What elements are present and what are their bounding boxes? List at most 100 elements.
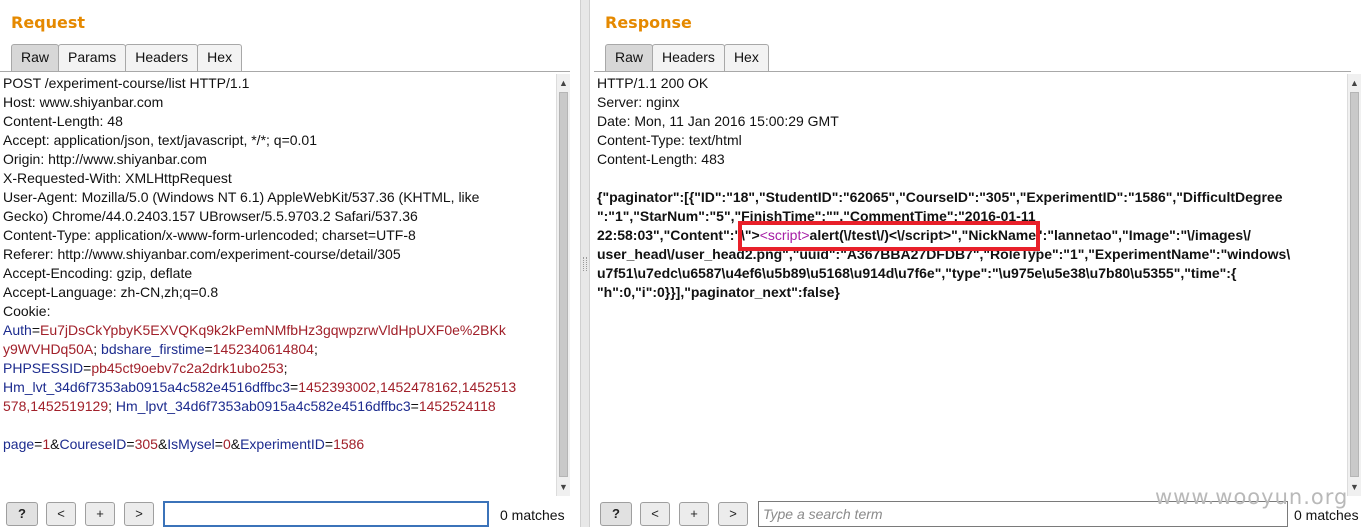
response-scrollbar-thumb[interactable] — [1350, 92, 1359, 477]
param-equals: = — [324, 436, 334, 452]
request-header-line: Content-Type: application/x-www-form-url… — [3, 227, 416, 243]
cookie-equals: = — [290, 379, 299, 395]
cookie-value: 1452340614804 — [212, 341, 314, 357]
cookie-name: Hm_lpvt_34d6f7353ab0915a4c582e4516dffbc3 — [115, 398, 411, 414]
cookie-separator: ; — [93, 341, 102, 357]
cookie-value: 578,1452519129 — [3, 398, 109, 414]
scroll-up-arrow-icon[interactable]: ▲ — [1348, 76, 1361, 90]
cookie-separator: ; — [313, 341, 318, 357]
request-tab-divider — [0, 71, 570, 72]
watermark: www.wooyun.org — [1155, 485, 1349, 509]
param-value: 305 — [134, 436, 158, 452]
cookie-equals: = — [204, 341, 213, 357]
request-raw-editor[interactable]: POST /experiment-course/list HTTP/1.1 Hos… — [3, 74, 553, 496]
request-tab-headers[interactable]: Headers — [125, 44, 199, 71]
response-header-line: HTTP/1.1 200 OK — [597, 75, 709, 91]
cookie-name: Hm_lvt_34d6f7353ab0915a4c582e4516dffbc3 — [3, 379, 290, 395]
json-text: {"paginator":[{"ID":"18","StudentID":"62… — [597, 189, 1283, 205]
response-header-line: Server: nginx — [597, 94, 680, 110]
response-next-match-button[interactable]: > — [718, 502, 748, 526]
request-add-button[interactable]: + — [85, 502, 115, 526]
cookie-value: Eu7jDsCkYpbyK5EXVQKq9k2kPemNMfbHz3gqwpzr… — [40, 322, 506, 338]
request-header-line: Origin: http://www.shiyanbar.com — [3, 151, 207, 167]
param-value: 1 — [42, 436, 51, 452]
scroll-down-arrow-icon[interactable]: ▼ — [1348, 480, 1361, 494]
request-next-match-button[interactable]: > — [124, 502, 154, 526]
param-equals: = — [126, 436, 135, 452]
json-text: user_head\/user_head2.png","uuid":"A367B… — [597, 246, 1291, 262]
splitter-grip-icon[interactable] — [583, 257, 587, 271]
response-tab-headers[interactable]: Headers — [652, 44, 725, 71]
param-value: 1586 — [333, 436, 365, 452]
request-header-line: Gecko) Chrome/44.0.2403.157 UBrowser/5.5… — [3, 208, 418, 224]
json-text: 22:58:03","Content":"\"> — [597, 227, 760, 243]
response-title: Response — [605, 13, 692, 32]
json-text: u7f51\u7edc\u6587\u4ef6\u5b89\u5168\u914… — [597, 265, 1237, 281]
cookie-line: Auth=Eu7jDsCkYpbyK5EXVQKq9k2kPemNMfbHz3g… — [3, 321, 553, 340]
request-header-line: Content-Length: 48 — [3, 113, 123, 129]
json-text: "h":0,"i":0}}],"paginator_next":false} — [597, 284, 840, 300]
cookie-value: pb45ct9oebv7c2a2drk1ubo253 — [91, 360, 284, 376]
param-equals: = — [214, 436, 223, 452]
request-header-line: Cookie: — [3, 303, 51, 319]
request-body-params: page=1&CoureseID=305&IsMysel=0&Experimen… — [3, 435, 553, 454]
response-header-line: Content-Type: text/html — [597, 132, 742, 148]
request-tab-raw[interactable]: Raw — [11, 44, 60, 71]
response-header-line: Content-Length: 483 — [597, 151, 725, 167]
request-tab-params[interactable]: Params — [58, 44, 127, 71]
response-scrollbar[interactable]: ▲ ▼ — [1347, 74, 1361, 496]
request-header-line: Accept-Language: zh-CN,zh;q=0.8 — [3, 284, 219, 300]
response-body-line: {"paginator":[{"ID":"18","StudentID":"62… — [597, 188, 1337, 207]
scroll-down-arrow-icon[interactable]: ▼ — [557, 480, 570, 494]
request-prev-match-button[interactable]: < — [46, 502, 76, 526]
response-raw-viewer[interactable]: HTTP/1.1 200 OK Server: nginx Date: Mon, 1… — [597, 74, 1337, 496]
cookie-value: y9WVHDq50A — [3, 341, 94, 357]
response-body-line: ":"1","StarNum":"5","FinishTime":"","Com… — [597, 207, 1337, 226]
cookie-separator: ; — [283, 360, 288, 376]
cookie-line: Hm_lvt_34d6f7353ab0915a4c582e4516dffbc3=… — [3, 378, 553, 397]
json-text: alert(\/test\/)<\/script>","NickName":"l… — [809, 227, 1251, 243]
request-scrollbar-thumb[interactable] — [559, 92, 568, 477]
request-header-line: User-Agent: Mozilla/5.0 (Windows NT 6.1)… — [3, 189, 480, 205]
param-name: IsMysel — [167, 436, 215, 452]
response-tab-raw[interactable]: Raw — [605, 44, 654, 71]
param-separator: & — [157, 436, 168, 452]
request-help-button[interactable]: ? — [6, 502, 38, 526]
cookie-name: bdshare_firstime — [101, 341, 205, 357]
response-prev-match-button[interactable]: < — [640, 502, 670, 526]
cookie-line: y9WVHDq50A; bdshare_firstime=14523406148… — [3, 340, 553, 359]
request-title: Request — [11, 13, 86, 32]
response-tab-divider — [594, 71, 1351, 72]
scroll-up-arrow-icon[interactable]: ▲ — [557, 76, 570, 90]
pane-splitter[interactable] — [580, 0, 590, 527]
response-tabs: Raw Headers Hex — [605, 44, 769, 71]
param-name: ExperimentID — [240, 436, 325, 452]
script-tag: <script> — [759, 227, 810, 243]
cookie-line: 578,1452519129; Hm_lpvt_34d6f7353ab0915a… — [3, 397, 553, 416]
request-tab-hex[interactable]: Hex — [197, 44, 243, 71]
cookie-separator: ; — [108, 398, 116, 414]
request-header-line: Referer: http://www.shiyanbar.com/experi… — [3, 246, 401, 262]
cookie-equals: = — [410, 398, 419, 414]
response-body-line: user_head\/user_head2.png","uuid":"A367B… — [597, 245, 1337, 264]
cookie-line: PHPSESSID=pb45ct9oebv7c2a2drk1ubo253; — [3, 359, 553, 378]
request-search-input[interactable] — [163, 501, 489, 527]
response-match-count: 0 matches — [1294, 507, 1359, 523]
cookie-value: 1452524118 — [418, 398, 496, 414]
response-tab-hex[interactable]: Hex — [723, 44, 769, 71]
response-body-line: 22:58:03","Content":"\"><script>alert(\/… — [597, 226, 1337, 245]
request-scrollbar[interactable]: ▲ ▼ — [556, 74, 570, 496]
request-search-bar: ? < + > 0 matches — [6, 500, 576, 527]
response-add-button[interactable]: + — [679, 502, 709, 526]
cookie-name: Auth — [3, 322, 32, 338]
param-separator: & — [230, 436, 241, 452]
request-header-line: X-Requested-With: XMLHttpRequest — [3, 170, 232, 186]
response-body-line: u7f51\u7edc\u6587\u4ef6\u5b89\u5168\u914… — [597, 264, 1337, 283]
cookie-equals: = — [31, 322, 40, 338]
response-help-button[interactable]: ? — [600, 502, 632, 526]
param-name: page — [3, 436, 35, 452]
cookie-name: PHPSESSID — [3, 360, 84, 376]
request-header-line: Accept: application/json, text/javascrip… — [3, 132, 318, 148]
